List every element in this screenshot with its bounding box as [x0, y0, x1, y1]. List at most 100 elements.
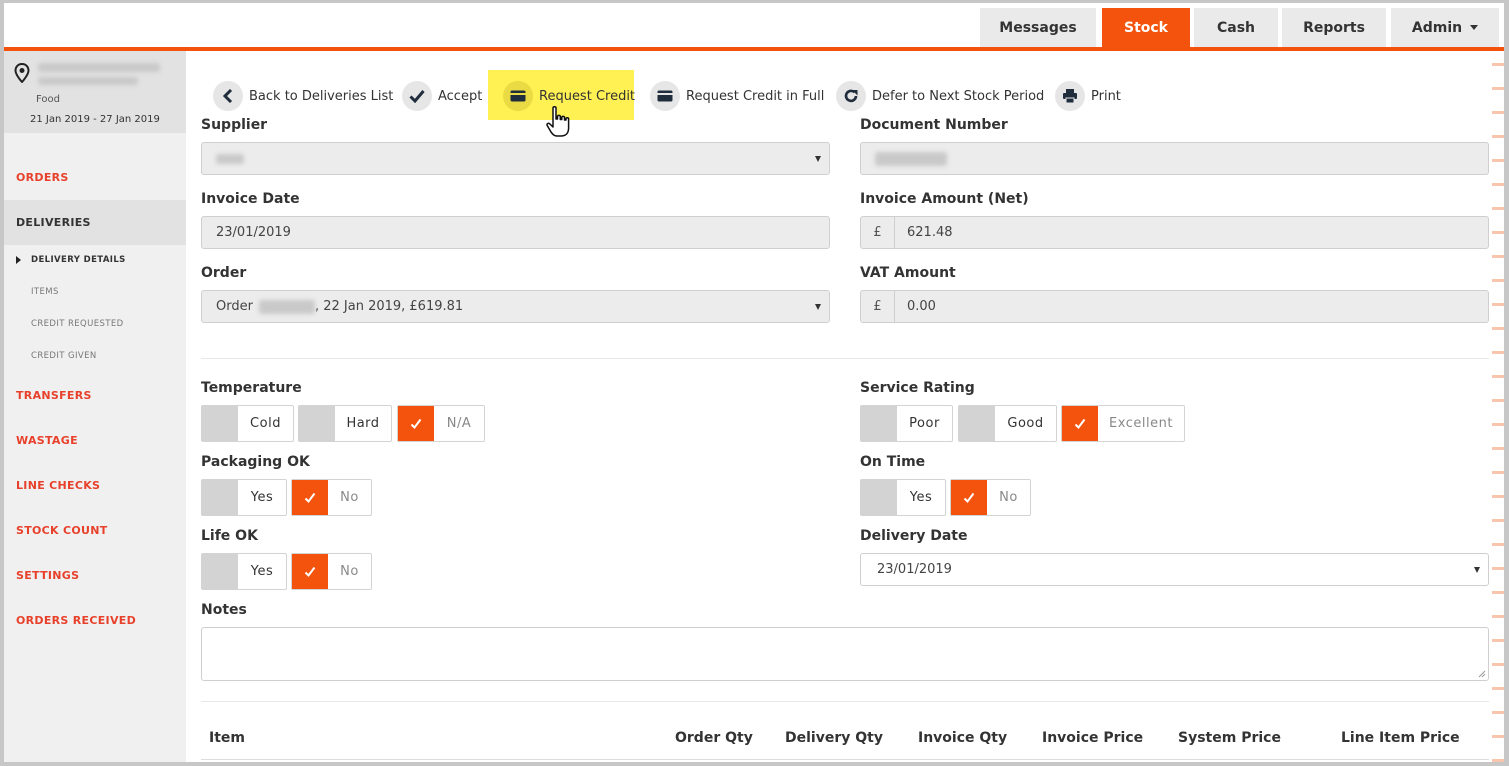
service-rating-label: Service Rating [860, 380, 975, 396]
triangle-right-icon [16, 256, 21, 264]
back-to-deliveries-button[interactable]: Back to Deliveries List [213, 80, 393, 112]
sidebar-subitem-credit-requested[interactable]: CREDIT REQUESTED [4, 308, 186, 340]
dropdown-caret-icon [815, 156, 821, 162]
on-time-label: On Time [860, 454, 926, 470]
site-selector[interactable]: Food 21 Jan 2019 - 27 Jan 2019 [4, 51, 186, 133]
tab-cash[interactable]: Cash [1194, 8, 1278, 47]
checkbox-icon [861, 406, 897, 441]
chevron-left-icon [213, 81, 243, 111]
packaging-label: Packaging OK [201, 454, 310, 470]
section-divider [201, 701, 1489, 702]
notes-textarea[interactable] [201, 627, 1489, 681]
service-good-toggle[interactable]: Good [958, 405, 1057, 442]
sidebar-subitem-delivery-details[interactable]: DELIVERY DETAILS [4, 244, 186, 276]
sidebar-item-deliveries[interactable]: DELIVERIES [4, 200, 186, 245]
delivery-date-select[interactable]: 23/01/2019 [860, 553, 1489, 586]
temperature-label: Temperature [201, 380, 302, 396]
sidebar-item-orders[interactable]: ORDERS [4, 155, 186, 200]
toggle-label: No [340, 564, 359, 579]
date-range: 21 Jan 2019 - 27 Jan 2019 [30, 114, 160, 125]
tab-label: Admin [1411, 19, 1463, 36]
supplier-name-redacted [216, 153, 244, 164]
toggle-label: No [340, 490, 359, 505]
column-header-item: Item [209, 730, 245, 746]
hand-pointer-icon [546, 105, 570, 137]
resize-handle-icon[interactable] [1478, 670, 1486, 678]
document-number-label: Document Number [860, 117, 1008, 133]
invoice-date-value: 23/01/2019 [216, 225, 291, 240]
packaging-no-toggle[interactable]: No [291, 479, 372, 516]
button-label: Request Credit in Full [686, 88, 825, 104]
button-label: Accept [438, 88, 483, 104]
temperature-hard-toggle[interactable]: Hard [298, 405, 392, 442]
invoice-amount-field[interactable]: £ 621.48 [860, 216, 1489, 249]
table-header-border [201, 759, 1489, 760]
checkbox-icon [861, 480, 897, 515]
sidebar-item-line-checks[interactable]: LINE CHECKS [4, 463, 186, 508]
toggle-label: Yes [909, 490, 933, 505]
on-time-yes-toggle[interactable]: Yes [860, 479, 946, 516]
service-poor-toggle[interactable]: Poor [860, 405, 953, 442]
sidebar-item-settings[interactable]: SETTINGS [4, 553, 186, 598]
toggle-label: Good [1007, 416, 1044, 431]
checkbox-icon [202, 406, 238, 441]
toggle-label: Cold [250, 416, 281, 431]
invoice-date-field[interactable]: 23/01/2019 [201, 216, 830, 249]
accept-button[interactable]: Accept [402, 80, 482, 112]
column-header-invoice-price: Invoice Price [1042, 730, 1144, 746]
request-credit-in-full-button[interactable]: Request Credit in Full [650, 80, 824, 112]
currency-addon: £ [861, 217, 895, 248]
order-prefix: Order [216, 299, 253, 314]
button-label: Print [1091, 88, 1121, 104]
checkbox-icon [202, 480, 238, 515]
temperature-cold-toggle[interactable]: Cold [201, 405, 294, 442]
order-select[interactable]: Order , 22 Jan 2019, £619.81 [201, 290, 830, 323]
tab-messages[interactable]: Messages [980, 8, 1096, 47]
document-number-redacted [875, 151, 947, 166]
packaging-yes-toggle[interactable]: Yes [201, 479, 287, 516]
invoice-amount-value: 621.48 [907, 225, 953, 240]
checkmark-icon [292, 480, 328, 515]
checkmark-icon [951, 480, 987, 515]
temperature-na-toggle[interactable]: N/A [397, 405, 485, 442]
sidebar-subitem-credit-given[interactable]: CREDIT GIVEN [4, 340, 186, 372]
vat-amount-field[interactable]: £ 0.00 [860, 290, 1489, 323]
tab-admin[interactable]: Admin [1391, 8, 1499, 47]
defer-button[interactable]: Defer to Next Stock Period [836, 80, 1044, 112]
delivery-date-label: Delivery Date [860, 528, 968, 544]
location-pin-icon [14, 63, 30, 83]
document-number-field[interactable] [860, 142, 1489, 175]
chevron-down-icon [1470, 25, 1479, 30]
redo-icon [836, 81, 866, 111]
supplier-label: Supplier [201, 117, 268, 133]
sidebar-item-orders-received[interactable]: ORDERS RECEIVED [4, 598, 186, 643]
service-excellent-toggle[interactable]: Excellent [1061, 405, 1185, 442]
tab-label: Reports [1303, 19, 1365, 36]
toggle-label: Yes [250, 490, 274, 505]
toggle-label: N/A [446, 416, 472, 431]
supplier-select[interactable] [201, 142, 830, 175]
print-button[interactable]: Print [1055, 80, 1121, 112]
sidebar: Food 21 Jan 2019 - 27 Jan 2019 ORDERS DE… [4, 51, 186, 762]
tab-label: Messages [999, 19, 1077, 36]
sidebar-item-wastage[interactable]: WASTAGE [4, 418, 186, 463]
sidebar-subitem-items[interactable]: ITEMS [4, 276, 186, 308]
sidebar-item-transfers[interactable]: TRANSFERS [4, 373, 186, 418]
sidebar-item-stock-count[interactable]: STOCK COUNT [4, 508, 186, 553]
on-time-no-toggle[interactable]: No [950, 479, 1031, 516]
toggle-label: Poor [909, 416, 940, 431]
subitem-label: CREDIT REQUESTED [31, 319, 124, 329]
currency-addon: £ [861, 291, 895, 322]
top-nav: Messages Stock Cash Reports Admin [4, 3, 1504, 47]
tab-reports[interactable]: Reports [1282, 8, 1386, 47]
checkmark-icon [402, 81, 432, 111]
life-yes-toggle[interactable]: Yes [201, 553, 287, 590]
dropdown-caret-icon [1474, 567, 1480, 573]
tab-label: Cash [1216, 19, 1256, 36]
life-no-toggle[interactable]: No [291, 553, 372, 590]
tab-stock[interactable]: Stock [1102, 8, 1190, 47]
site-type: Food [36, 94, 60, 105]
order-details: , 22 Jan 2019, £619.81 [314, 299, 464, 314]
invoice-amount-label: Invoice Amount (Net) [860, 191, 1029, 207]
column-header-line-item-price: Line Item Price [1341, 730, 1460, 746]
